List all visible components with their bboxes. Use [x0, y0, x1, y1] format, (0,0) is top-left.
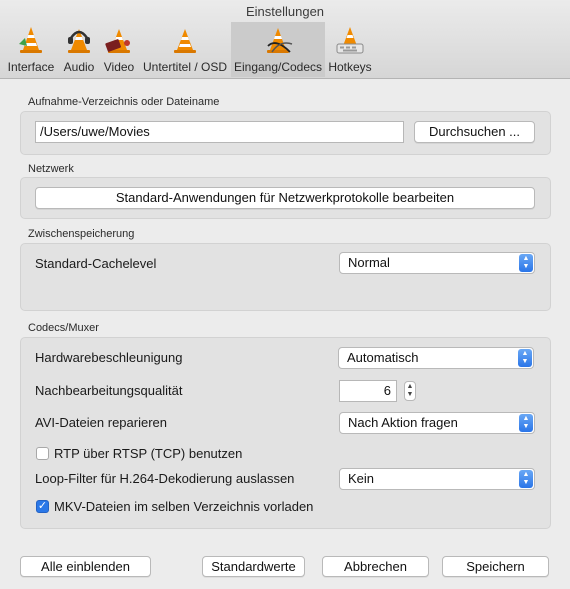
- subtitle-cone-icon: [174, 29, 196, 53]
- toolbar: Einstellungen Interface Audio Video Unte…: [0, 0, 570, 79]
- cable-cone-icon: [267, 28, 293, 53]
- tab-input-codecs[interactable]: Eingang/Codecs: [231, 22, 325, 77]
- network-section-title: Netzwerk: [28, 163, 74, 175]
- defaults-button[interactable]: Standardwerte: [202, 556, 305, 577]
- loop-filter-label: Loop-Filter für H.264-Dekodierung auslas…: [35, 471, 295, 486]
- recording-path-field[interactable]: /Users/uwe/Movies: [35, 121, 404, 143]
- cancel-button[interactable]: Abbrechen: [322, 556, 429, 577]
- hw-accel-select[interactable]: Automatisch ▲ ▼: [338, 347, 534, 369]
- chevron-up-down-icon: ▲ ▼: [518, 349, 532, 367]
- film-cone-icon: [105, 29, 130, 53]
- tab-label: Untertitel / OSD: [142, 60, 228, 74]
- tab-label: Interface: [7, 60, 55, 74]
- rtp-over-rtsp-checkbox[interactable]: [36, 447, 49, 460]
- chevron-up-down-icon: ▲ ▼: [519, 470, 533, 488]
- tab-video[interactable]: Video: [100, 22, 138, 77]
- tab-interface[interactable]: Interface: [4, 22, 58, 77]
- cache-level-label: Standard-Cachelevel: [35, 256, 157, 271]
- checkmark-icon: ✓: [37, 500, 48, 512]
- tab-label: Audio: [63, 60, 95, 74]
- vlc-cone-icon: [19, 27, 42, 53]
- cache-level-select[interactable]: Normal ▲ ▼: [339, 252, 535, 274]
- save-button[interactable]: Speichern: [442, 556, 549, 577]
- avi-repair-label: AVI-Dateien reparieren: [35, 415, 167, 430]
- browse-button[interactable]: Durchsuchen ...: [414, 121, 535, 143]
- cache-level-value: Normal: [348, 255, 390, 270]
- window-title: Einstellungen: [245, 4, 325, 19]
- chevron-up-down-icon: ▲ ▼: [519, 414, 533, 432]
- hw-accel-value: Automatisch: [347, 350, 419, 365]
- postproc-stepper[interactable]: ▲ ▼: [404, 381, 416, 401]
- mkv-preload-label: MKV-Dateien im selben Verzeichnis vorlad…: [54, 499, 314, 514]
- avi-repair-value: Nach Aktion fragen: [348, 415, 458, 430]
- tab-label: Video: [103, 60, 135, 74]
- loop-filter-select[interactable]: Kein ▲ ▼: [339, 468, 535, 490]
- caching-section-title: Zwischenspeicherung: [28, 228, 135, 240]
- keyboard-cone-icon: [336, 27, 364, 54]
- loop-filter-value: Kein: [348, 471, 375, 486]
- tab-hotkeys[interactable]: Hotkeys: [326, 22, 374, 77]
- chevron-up-down-icon: ▲ ▼: [519, 254, 533, 272]
- rtp-over-rtsp-label: RTP über RTSP (TCP) benutzen: [54, 446, 243, 461]
- codecs-section-title: Codecs/Muxer: [28, 322, 99, 334]
- avi-repair-select[interactable]: Nach Aktion fragen ▲ ▼: [339, 412, 535, 434]
- headphones-cone-icon: [68, 29, 90, 53]
- mkv-preload-checkbox[interactable]: ✓: [36, 500, 49, 513]
- tab-label: Eingang/Codecs: [233, 60, 323, 74]
- edit-network-protocols-button[interactable]: Standard-Anwendungen für Netzwerkprotoko…: [35, 187, 535, 209]
- tab-label: Hotkeys: [328, 60, 372, 74]
- tab-subtitles-osd[interactable]: Untertitel / OSD: [140, 22, 230, 77]
- recording-section-title: Aufnahme-Verzeichnis oder Dateiname: [28, 96, 220, 108]
- tab-audio[interactable]: Audio: [60, 22, 98, 77]
- postproc-field[interactable]: 6: [339, 380, 397, 402]
- show-all-button[interactable]: Alle einblenden: [20, 556, 151, 577]
- postproc-label: Nachbearbeitungsqualität: [35, 383, 183, 398]
- hw-accel-label: Hardwarebeschleunigung: [35, 350, 183, 365]
